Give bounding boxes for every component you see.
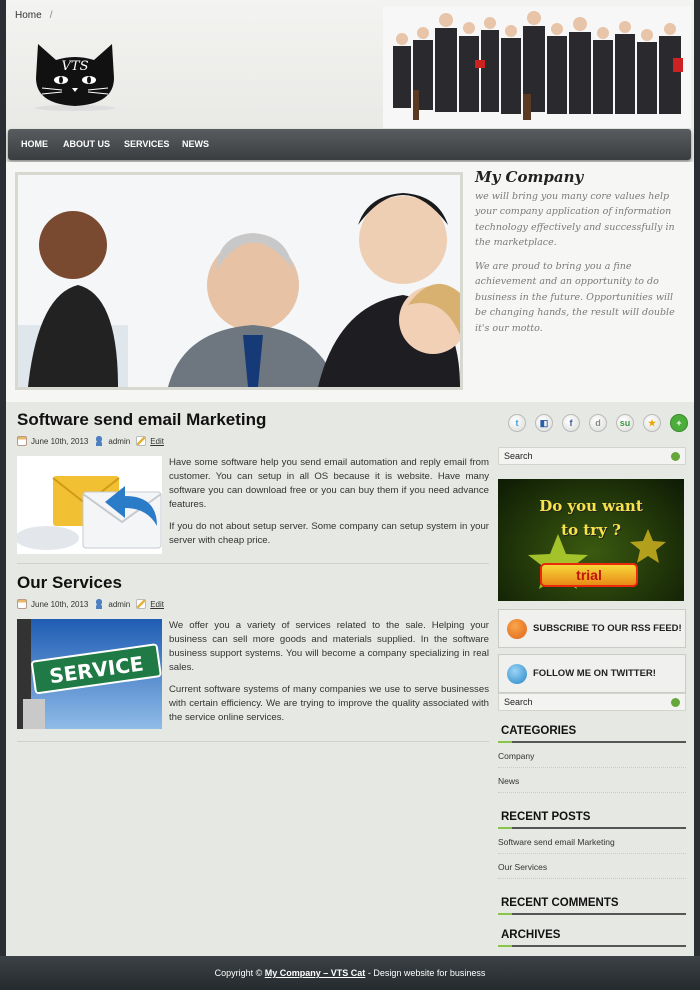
recent-posts-title: RECENT POSTS: [498, 811, 686, 829]
footer: Copyright © My Company – VTS Cat - Desig…: [0, 956, 700, 990]
promo-banner[interactable]: Do you want to try ? trial: [498, 479, 684, 601]
post-email-marketing: Software send email Marketing June 10th,…: [17, 410, 489, 556]
rss-subscribe-box[interactable]: SUBSCRIBE TO OUR RSS FEED!: [498, 609, 686, 648]
post-author[interactable]: admin: [108, 600, 130, 609]
search-placeholder: Search: [504, 451, 533, 461]
post-body: SERVICE We offer you a variety of servic…: [17, 619, 489, 729]
hero-title: My Company: [475, 168, 584, 186]
footer-company-link[interactable]: My Company – VTS Cat: [265, 968, 366, 978]
social-icons: t ◧ f d su ★ +: [498, 410, 688, 438]
nav-about-us[interactable]: ABOUT US: [63, 139, 110, 149]
hero-paragraph-1: we will bring you many core values help …: [475, 190, 675, 249]
category-item[interactable]: Company: [498, 743, 686, 768]
search-placeholder: Search: [504, 697, 533, 707]
post-divider: [17, 741, 489, 742]
categories-title: CATEGORIES: [498, 725, 686, 743]
delicious-icon[interactable]: ◧: [535, 414, 553, 432]
post-content: We offer you a variety of services relat…: [169, 619, 489, 725]
search-input-2[interactable]: Search: [498, 693, 686, 711]
recent-comments-title: RECENT COMMENTS: [498, 897, 686, 915]
post-our-services: Our Services June 10th, 2013 admin Edit …: [17, 573, 489, 733]
search-go-icon[interactable]: [671, 698, 680, 707]
post-meta: June 10th, 2013 admin Edit: [17, 598, 489, 610]
user-icon: [94, 599, 105, 609]
edit-icon: [136, 436, 147, 446]
post-divider: [17, 563, 489, 564]
calendar-icon: [17, 436, 27, 446]
post-paragraph-1: We offer you a variety of services relat…: [169, 620, 489, 673]
footer-suffix: - Design website for business: [367, 968, 486, 978]
post-edit-link[interactable]: Edit: [150, 600, 164, 609]
breadcrumb-home[interactable]: Home: [15, 10, 42, 21]
nav-services[interactable]: SERVICES: [124, 139, 169, 149]
twitter-follow-box[interactable]: FOLLOW ME ON TWITTER!: [498, 654, 686, 693]
hero-paragraph-2: We are proud to bring you a fine achieve…: [475, 260, 675, 334]
search-go-icon[interactable]: [671, 452, 680, 461]
post-meta: June 10th, 2013 admin Edit: [17, 435, 489, 447]
breadcrumb: Home /: [15, 10, 52, 21]
nav-home[interactable]: HOME: [21, 139, 48, 149]
header: Home / VTS: [6, 0, 694, 128]
hero-text: My Company we will bring you many core v…: [475, 168, 687, 344]
post-paragraph-1: Have some software help you send email a…: [169, 457, 489, 510]
post-edit-link[interactable]: Edit: [150, 437, 164, 446]
star-icon[interactable]: ★: [643, 414, 661, 432]
digg-icon[interactable]: d: [589, 414, 607, 432]
edit-icon: [136, 599, 147, 609]
logo-text: VTS: [62, 59, 89, 74]
promo-line-1: Do you want: [539, 497, 643, 515]
hero-image: [15, 172, 463, 390]
rss-label: SUBSCRIBE TO OUR RSS FEED!: [533, 623, 682, 634]
page: Home / VTS HOME ABOUT US SERVICES NEWS M…: [6, 0, 694, 972]
category-item[interactable]: News: [498, 768, 686, 793]
post-author[interactable]: admin: [108, 437, 130, 446]
post-paragraph-2: If you do not about setup server. Some c…: [169, 521, 489, 546]
calendar-icon: [17, 599, 27, 609]
sidebar: t ◧ f d su ★ + Search Do you want to try…: [498, 410, 688, 972]
post-date: June 10th, 2013: [31, 436, 89, 446]
twitter-bird-icon: [507, 664, 527, 684]
twitter-icon[interactable]: t: [508, 414, 526, 432]
stumbleupon-icon[interactable]: su: [616, 414, 634, 432]
cat-logo[interactable]: VTS: [28, 38, 122, 112]
team-photo: [383, 6, 691, 128]
main-nav: HOME ABOUT US SERVICES NEWS: [8, 129, 691, 160]
post-date: June 10th, 2013: [31, 599, 89, 609]
post-content: Have some software help you send email a…: [169, 456, 489, 548]
rss-icon: [507, 619, 527, 639]
post-title[interactable]: Software send email Marketing: [17, 410, 489, 430]
post-paragraph-2: Current software systems of many compani…: [169, 684, 489, 723]
breadcrumb-separator: /: [49, 10, 53, 21]
nav-news[interactable]: NEWS: [182, 139, 209, 149]
hero-section: My Company we will bring you many core v…: [6, 162, 694, 402]
recent-post-item[interactable]: Our Services: [498, 854, 686, 879]
promo-line-2: to try ?: [561, 521, 621, 539]
user-icon: [94, 436, 105, 446]
twitter-label: FOLLOW ME ON TWITTER!: [533, 668, 656, 679]
archives-title: ARCHIVES: [498, 929, 686, 947]
email-thumbnail: [17, 456, 162, 554]
post-body: Have some software help you send email a…: [17, 456, 489, 554]
trial-button[interactable]: trial: [540, 563, 638, 587]
add-icon[interactable]: +: [670, 414, 688, 432]
footer-prefix: Copyright ©: [214, 968, 263, 978]
facebook-icon[interactable]: f: [562, 414, 580, 432]
recent-post-item[interactable]: Software send email Marketing: [498, 829, 686, 854]
search-input[interactable]: Search: [498, 447, 686, 465]
service-sign-thumbnail: SERVICE: [17, 619, 162, 729]
post-title[interactable]: Our Services: [17, 573, 489, 593]
